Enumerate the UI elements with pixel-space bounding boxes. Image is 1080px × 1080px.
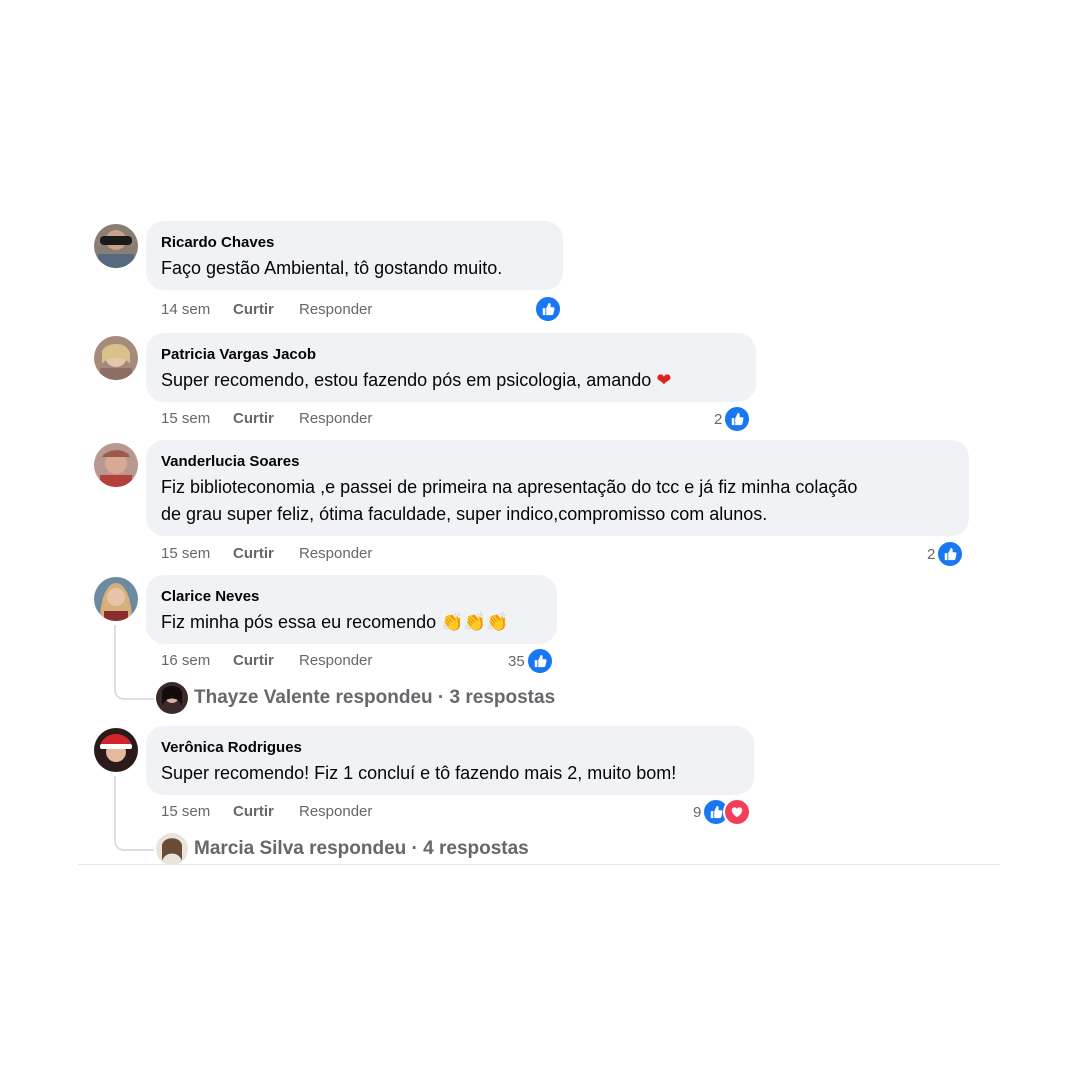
comment-author[interactable]: Verônica Rodrigues	[161, 738, 739, 758]
like-reaction-icon	[534, 295, 562, 323]
comment-text-line: Fiz biblioteconomia ,e passei de primeir…	[161, 477, 858, 497]
like-button[interactable]: Curtir	[233, 409, 299, 429]
like-button[interactable]: Curtir	[233, 300, 299, 320]
avatar[interactable]	[94, 577, 138, 621]
like-reaction-icon	[723, 405, 752, 433]
comment-author[interactable]: Ricardo Chaves	[161, 233, 548, 253]
comment-time[interactable]: 15 sem	[161, 409, 233, 429]
comment-text: Super recomendo! Fiz 1 concluí e tô faze…	[161, 763, 677, 783]
reaction-count: 2	[927, 545, 936, 563]
comment-bubble: Clarice Neves Fiz minha pós essa eu reco…	[146, 575, 557, 644]
comment-text-body: Super recomendo, estou fazendo pós em ps…	[161, 370, 652, 390]
comment-bubble: Verônica Rodrigues Super recomendo! Fiz …	[146, 726, 754, 795]
comment-bubble: Vanderlucia Soares Fiz biblioteconomia ,…	[146, 440, 969, 536]
comment-time[interactable]: 15 sem	[161, 544, 233, 564]
like-button[interactable]: Curtir	[233, 802, 299, 822]
comment-actions: 15 sem Curtir Responder	[161, 544, 372, 564]
comment-time[interactable]: 15 sem	[161, 802, 233, 822]
reaction-summary[interactable]: 9	[693, 798, 752, 826]
comment-actions: 15 sem Curtir Responder	[161, 409, 372, 429]
like-button[interactable]: Curtir	[233, 544, 299, 564]
reply-button[interactable]: Responder	[299, 409, 372, 429]
comment-bubble: Patricia Vargas Jacob Super recomendo, e…	[146, 333, 756, 402]
reply-avatar	[156, 833, 188, 865]
replies-summary[interactable]: Thayze Valente respondeu · 3 respostas	[194, 687, 555, 709]
comment-author[interactable]: Patricia Vargas Jacob	[161, 345, 741, 365]
reply-button[interactable]: Responder	[299, 802, 372, 822]
like-reaction-icon	[936, 540, 965, 568]
comment-author[interactable]: Clarice Neves	[161, 587, 542, 607]
reply-button[interactable]: Responder	[299, 651, 372, 671]
section-divider	[78, 864, 1000, 865]
comment-text-body: Fiz minha pós essa eu recomendo	[161, 612, 437, 632]
love-reaction-icon	[723, 798, 752, 826]
comment-bubble: Ricardo Chaves Faço gestão Ambiental, tô…	[146, 221, 563, 290]
reaction-summary[interactable]: 35	[508, 647, 554, 675]
reply-button[interactable]: Responder	[299, 544, 372, 564]
heart-emoji: ❤	[656, 370, 672, 391]
comment-time[interactable]: 14 sem	[161, 300, 233, 320]
thread-connector	[114, 776, 154, 851]
reaction-count: 2	[714, 410, 723, 428]
avatar[interactable]	[94, 224, 138, 268]
comment-text: Fiz minha pós essa eu recomendo 👏👏👏	[161, 609, 542, 636]
comment-actions: 15 sem Curtir Responder	[161, 802, 372, 822]
reaction-count: 9	[693, 803, 702, 821]
avatar[interactable]	[94, 728, 138, 772]
avatar[interactable]	[94, 443, 138, 487]
comment-actions: 16 sem Curtir Responder	[161, 651, 372, 671]
reaction-count: 35	[508, 652, 525, 670]
clap-emoji: 👏👏👏	[441, 612, 509, 633]
view-replies-link[interactable]: Marcia Silva respondeu · 4 respostas	[156, 833, 529, 865]
reaction-summary[interactable]	[534, 295, 562, 323]
view-replies-link[interactable]: Thayze Valente respondeu · 3 respostas	[156, 682, 555, 714]
comment-text-line: de grau super feliz, ótima faculdade, su…	[161, 504, 768, 524]
reaction-summary[interactable]: 2	[714, 405, 752, 433]
comment-actions: 14 sem Curtir Responder	[161, 300, 372, 320]
replies-summary[interactable]: Marcia Silva respondeu · 4 respostas	[194, 838, 529, 860]
thread-connector	[114, 625, 154, 700]
avatar[interactable]	[94, 336, 138, 380]
reply-button[interactable]: Responder	[299, 300, 372, 320]
comment-author[interactable]: Vanderlucia Soares	[161, 452, 954, 472]
like-reaction-icon	[525, 647, 554, 675]
comment-text: Super recomendo, estou fazendo pós em ps…	[161, 367, 741, 394]
comment-time[interactable]: 16 sem	[161, 651, 233, 671]
like-button[interactable]: Curtir	[233, 651, 299, 671]
reply-avatar	[156, 682, 188, 714]
reaction-summary[interactable]: 2	[927, 540, 965, 568]
comment-text: Faço gestão Ambiental, tô gostando muito…	[161, 258, 503, 278]
